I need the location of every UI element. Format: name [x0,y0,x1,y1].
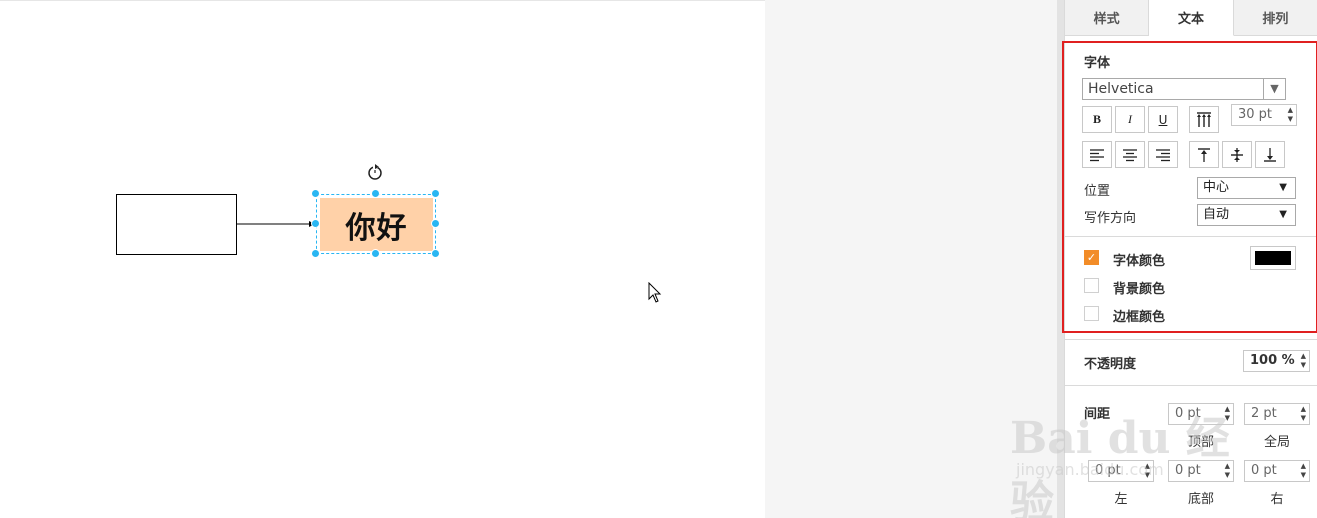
font-family-select[interactable]: Helvetica ▼ [1082,78,1286,100]
spacing-top-value: 0 pt [1175,406,1201,421]
spacing-top-input[interactable]: 0 pt ▲ ▼ [1168,403,1234,425]
spacing-right-input[interactable]: 0 pt ▲ ▼ [1244,460,1310,482]
spacing-top-label: 顶部 [1187,435,1214,450]
diagram-canvas[interactable]: 你好 [0,0,765,518]
font-color-checkbox[interactable]: ✓ [1084,250,1099,265]
bold-label: B [1092,112,1101,126]
border-color-checkbox[interactable] [1084,306,1099,321]
align-bottom-icon [1264,147,1276,162]
font-color-swatch[interactable] [1250,246,1296,270]
spacing-right-value: 0 pt [1251,463,1277,478]
stepper-icon[interactable]: ▲ ▼ [1301,352,1306,370]
writing-direction-value: 自动 [1203,207,1230,222]
resize-handle-se[interactable] [431,249,440,258]
align-center-icon [1123,148,1137,161]
align-top-button[interactable] [1189,141,1219,168]
align-right-icon [1156,148,1170,161]
font-color-fill [1255,251,1291,265]
writing-direction-select[interactable]: 自动 ▼ [1197,204,1296,226]
text-shape-label: 你好 [345,210,408,246]
canvas-gutter [765,0,1057,518]
italic-button[interactable]: I [1115,106,1145,133]
font-size-input[interactable]: 30 pt ▲ ▼ [1231,104,1297,126]
spacing-global-input[interactable]: 2 pt ▲ ▼ [1244,403,1310,425]
align-left-icon [1090,148,1104,161]
font-size-value: 30 pt [1238,107,1273,122]
rotate-icon[interactable] [366,163,384,181]
stepper-icon[interactable]: ▲ ▼ [1288,106,1293,124]
writing-direction-label: 写作方向 [1084,211,1137,226]
connector-arrow[interactable] [0,1,765,518]
dropdown-arrow-icon: ▼ [1263,79,1285,99]
italic-label: I [1128,112,1132,126]
resize-handle-w[interactable] [311,219,320,228]
spacing-label: 间距 [1084,407,1111,422]
tab-style[interactable]: 样式 [1065,0,1150,35]
position-select[interactable]: 中心 ▼ [1197,177,1296,199]
stepper-icon[interactable]: ▲ ▼ [1301,405,1306,423]
resize-handle-e[interactable] [431,219,440,228]
resize-handle-ne[interactable] [431,189,440,198]
underline-button[interactable]: U [1148,106,1178,133]
caret-down-icon: ▼ [1279,209,1287,220]
spacing-left-input[interactable]: 0 pt ▲ ▼ [1088,460,1154,482]
resize-handle-sw[interactable] [311,249,320,258]
underline-label: U [1158,112,1168,127]
font-section-title: 字体 [1084,56,1111,71]
spacing-global-value: 2 pt [1251,406,1277,421]
vertical-text-button[interactable] [1189,106,1219,133]
align-left-button[interactable] [1082,141,1112,168]
align-bottom-button[interactable] [1255,141,1285,168]
tab-text[interactable]: 文本 [1149,0,1234,36]
align-middle-icon [1231,147,1243,162]
background-color-label: 背景颜色 [1113,282,1166,297]
caret-down-icon: ▼ [1279,182,1287,193]
format-panel: 样式 文本 排列 字体 Helvetica ▼ B I U 30 pt ▲▼ [1062,0,1317,518]
divider [1065,339,1317,340]
stepper-icon[interactable]: ▲ ▼ [1301,462,1306,480]
vertical-text-icon [1197,111,1211,127]
opacity-value: 100 % [1250,353,1295,368]
border-color-label: 边框颜色 [1113,310,1166,325]
resize-handle-nw[interactable] [311,189,320,198]
spacing-bottom-label: 底部 [1187,492,1214,507]
align-right-button[interactable] [1148,141,1178,168]
position-label: 位置 [1084,184,1111,199]
align-top-icon [1198,147,1210,162]
spacing-left-label: 左 [1114,492,1128,507]
align-middle-button[interactable] [1222,141,1252,168]
opacity-input[interactable]: 100 % ▲ ▼ [1243,350,1310,372]
stepper-icon[interactable]: ▲ ▼ [1145,462,1150,480]
panel-splitter[interactable] [1057,0,1064,518]
divider [1065,236,1317,237]
stepper-icon[interactable]: ▲ ▼ [1225,405,1230,423]
opacity-label: 不透明度 [1084,357,1137,372]
tab-arrange[interactable]: 排列 [1234,0,1317,35]
text-shape[interactable]: 你好 [320,198,433,251]
font-family-value: Helvetica [1088,81,1154,97]
mouse-pointer-icon [648,282,662,303]
spacing-global-label: 全局 [1263,435,1290,450]
spacing-left-value: 0 pt [1095,463,1121,478]
align-center-button[interactable] [1115,141,1145,168]
position-value: 中心 [1203,180,1230,195]
panel-tabs: 样式 文本 排列 [1065,0,1317,36]
bold-button[interactable]: B [1082,106,1112,133]
spacing-bottom-input[interactable]: 0 pt ▲ ▼ [1168,460,1234,482]
spacing-right-label: 右 [1270,492,1284,507]
resize-handle-n[interactable] [371,189,380,198]
background-color-checkbox[interactable] [1084,278,1099,293]
spacing-bottom-value: 0 pt [1175,463,1201,478]
divider [1065,385,1317,386]
resize-handle-s[interactable] [371,249,380,258]
stepper-icon[interactable]: ▲ ▼ [1225,462,1230,480]
font-color-label: 字体颜色 [1113,254,1166,269]
